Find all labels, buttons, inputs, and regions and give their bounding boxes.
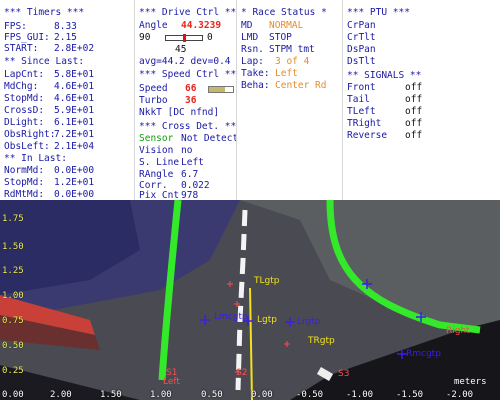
ptu-item: DsTlt [347,56,376,67]
camera-scene [0,200,500,400]
cross-row: Vision no [139,145,193,156]
since-last-row: DLight: 6.1E+01 [4,117,95,128]
race-column: * Race Status * MD NORMAL LMD STOP Rsn. STP… [237,0,343,200]
status-panel: *** Timers *** FPS: 8.33 FPS_GUI: 2.15 S… [0,0,500,200]
ptu-column: *** PTU *** CrPan CrTlt DsPan DsTlt ** S… [343,0,500,200]
timers-column: *** Timers *** FPS: 8.33 FPS_GUI: 2.15 S… [0,0,135,200]
cross-row: RAngle 6.7 [139,169,199,180]
right-label: Right [446,326,470,336]
fps-gui-row: FPS_GUI: 2.15 [4,32,77,43]
angle-slider[interactable] [165,34,203,42]
x-tick-label: -2.00 [446,390,474,400]
speed-title: *** Speed Ctrl *** [139,69,237,80]
cross-row: Pix Cnt 978 [139,190,199,200]
s3-label: S3 [338,369,350,379]
race-title: * Race Status * [241,7,327,18]
x-tick-label: 0.50 [201,390,223,400]
units-label: meters [454,377,487,387]
speed-value: 66 [185,83,197,94]
lgtp-label: Lgtp [257,315,277,325]
signal-row: TLeft off [347,106,423,117]
drive-column: *** Drive Ctrl *** Angle 44.3239 90 0 45… [135,0,237,200]
since-last-row: ObsRight: 7.2E+01 [4,129,95,140]
angle-value: 44.3239 [181,20,222,31]
md-row: MD NORMAL [241,20,304,31]
cross-row: S. Line Left [139,157,204,168]
speed-bar-fill [209,87,225,92]
signals-title: ** SIGNALS ** [347,70,422,81]
start-value: 2.8E+02 [54,43,95,54]
cross-title: *** Cross Det. *** [139,121,237,132]
signal-row: TRight off [347,118,423,129]
ptu-item: CrTlt [347,32,376,43]
trgtp-label: TRgtp [308,336,335,346]
y-tick-label: 1.50 [2,242,24,252]
rmcgtp-label: Rmcgtp [406,349,441,359]
since-last-row: StopMd: 4.6E+01 [4,93,95,104]
lap-row: Lap: 3 of 4 [241,56,310,67]
since-last-row: MdChg: 4.6E+01 [4,81,95,92]
angle-row: Angle 44.3239 [139,20,222,31]
avg-dev-text: avg=44.2 dev=0.4 [139,56,231,67]
since-last-row: LapCnt: 5.8E+01 [4,69,95,80]
x-tick-label: 0.00 [2,390,24,400]
start-row: START: 2.8E+02 [4,43,95,54]
lmd-row: LMD STOP [241,32,292,43]
ptu-item: DsPan [347,44,376,55]
left-label: Left [163,377,180,387]
turbo-row: Turbo 36 [139,95,197,106]
camera-view: TLgtp Lmcgtp Lgtp Lrgtp TRgtp Rmcgtp Rig… [0,200,500,400]
since-last-title: ** Since Last: [4,56,85,67]
y-tick-label: 1.25 [2,266,24,276]
speed-bar [208,86,234,93]
slider-mid-label: 45 [175,44,187,55]
fps-gui-value: 2.15 [54,32,77,43]
fps-value: 8.33 [54,21,77,32]
beha-row: Beha: Center Rd [241,80,327,91]
slider-max-label: 0 [207,32,213,43]
y-tick-label: 1.00 [2,291,24,301]
in-last-row: NormMd: 0.0E+00 [4,165,95,176]
s2-label: S2 [236,368,248,378]
cross-row: SensorNot Detect. [139,133,236,144]
rsn-row: Rsn. STPM tmt [241,44,315,55]
tlgtp-label: TLgtp [254,276,280,286]
since-last-row: CrossD: 5.9E+01 [4,105,95,116]
x-tick-label: 1.50 [100,390,122,400]
x-tick-label: -0.50 [296,390,324,400]
angle-slider-knob[interactable] [182,34,186,42]
slider-min-label: 90 [139,32,151,43]
in-last-row: StopMd: 1.2E+01 [4,177,95,188]
speed-row: Speed 66 [139,83,197,94]
x-tick-label: 1.00 [150,390,172,400]
signal-row: Reverse off [347,130,423,141]
in-last-row: RdMtMd: 0.0E+00 [4,189,95,200]
signal-row: Front off [347,82,423,93]
nkt-text: NkkT [DC nfnd] [139,107,220,118]
x-tick-label: 2.00 [50,390,72,400]
y-tick-label: 1.75 [2,214,24,224]
s1-label: S1 [166,368,178,378]
drive-title: *** Drive Ctrl *** [139,7,237,18]
y-tick-label: 0.25 [2,366,24,376]
x-tick-label: -1.50 [396,390,424,400]
ptu-title: *** PTU *** [347,7,410,18]
turbo-value: 36 [185,95,197,106]
fps-row: FPS: 8.33 [4,21,77,32]
y-tick-label: 0.50 [2,341,24,351]
in-last-title: ** In Last: [4,153,67,164]
since-last-row: ObsLeft: 2.1E+04 [4,141,95,152]
lmcgtp-label: Lmcgtp [214,312,248,322]
take-row: Take: Left [241,68,298,79]
signal-row: Tail off [347,94,423,105]
x-tick-label: 0.00 [251,390,273,400]
timers-title: *** Timers *** [4,7,85,18]
ptu-item: CrPan [347,20,376,31]
y-tick-label: 0.75 [2,316,24,326]
lrgtp-label: Lrgtp [297,317,321,327]
x-tick-label: -1.00 [346,390,374,400]
